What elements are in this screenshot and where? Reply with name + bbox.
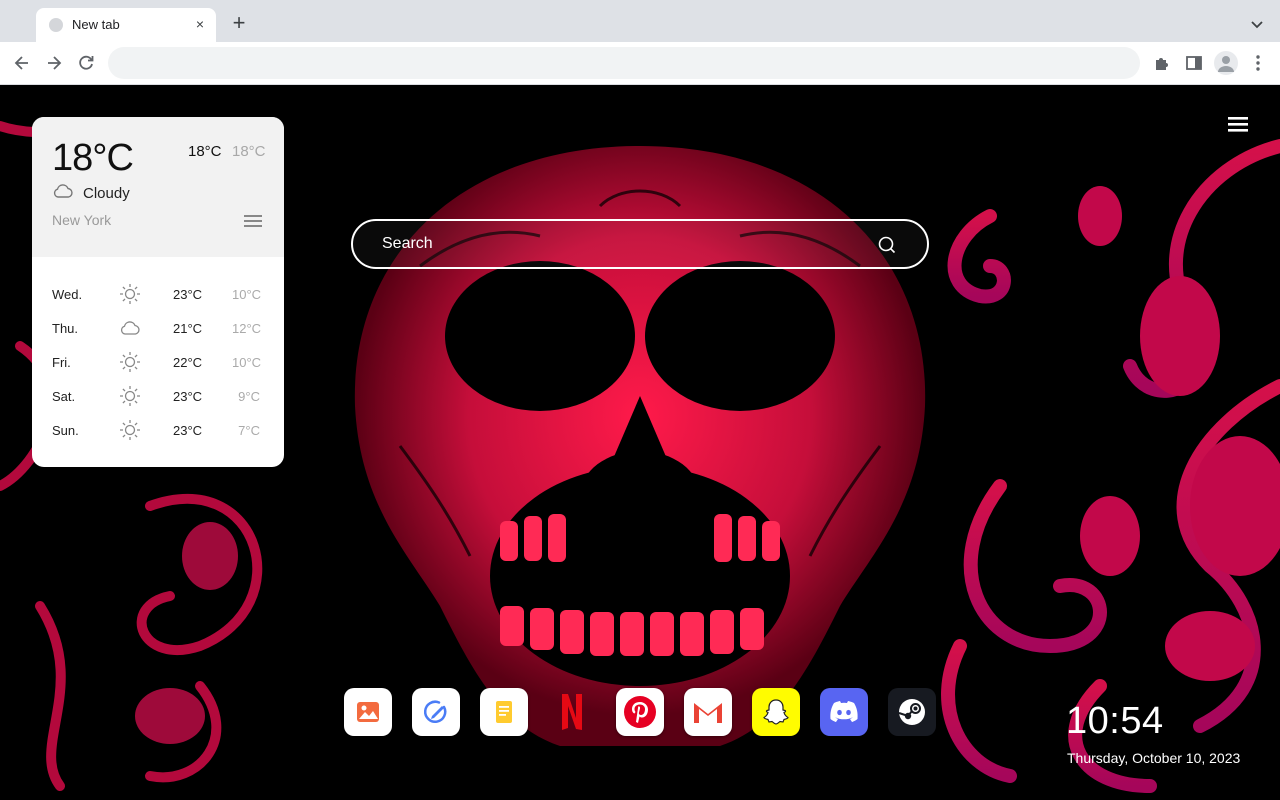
close-icon[interactable]: × [192, 16, 208, 32]
cloud-icon [120, 321, 140, 335]
forecast-high: 23°C [173, 287, 203, 302]
tab-favicon-icon [49, 18, 63, 32]
person-icon [1218, 56, 1234, 72]
forecast-high: 23°C [173, 389, 203, 404]
forecast-day: Sat. [52, 389, 76, 404]
today-low: 18°C [232, 143, 266, 160]
chevron-down-icon[interactable] [1248, 15, 1266, 33]
notes-app-shortcut[interactable] [480, 688, 528, 736]
note-icon [496, 701, 512, 723]
forecast-row: Sat. 23°C 9°C [32, 379, 284, 413]
netflix-app-shortcut[interactable] [548, 688, 596, 736]
address-bar[interactable] [108, 47, 1140, 79]
discord-icon [830, 701, 858, 722]
new-tab-button[interactable]: + [228, 12, 250, 35]
weather-current: 18°C 18°C 18°C Cloudy New York [32, 117, 284, 257]
forecast-day: Thu. [52, 321, 79, 336]
forecast-low: 10°C [232, 287, 262, 302]
forecast-row: Fri. 22°C 10°C [32, 345, 284, 379]
forecast-day: Fri. [52, 355, 71, 370]
photos-app-shortcut[interactable] [344, 688, 392, 736]
snapchat-icon [763, 699, 789, 725]
forecast-high: 21°C [173, 321, 203, 336]
editor-app-shortcut[interactable] [412, 688, 460, 736]
search-icon[interactable] [877, 235, 897, 255]
sun-icon [120, 284, 140, 304]
reload-icon[interactable] [75, 52, 97, 74]
clock-time: 10:54 [1066, 700, 1164, 742]
gmail-app-shortcut[interactable] [684, 688, 732, 736]
tab-strip: New tab × + [0, 0, 1280, 42]
tab-new-tab[interactable]: New tab × [36, 8, 216, 42]
weather-widget: 18°C 18°C 18°C Cloudy New York Wed. 23°C… [32, 117, 284, 467]
sun-icon [120, 420, 140, 440]
gmail-icon [694, 703, 722, 723]
weather-condition: Cloudy [83, 185, 130, 202]
steam-app-shortcut[interactable] [888, 688, 936, 736]
search-box [351, 219, 929, 269]
profile-avatar[interactable] [1214, 51, 1238, 75]
browser-toolbar [0, 42, 1280, 85]
pinterest-app-shortcut[interactable] [616, 688, 664, 736]
forecast-high: 22°C [173, 355, 203, 370]
forward-icon[interactable] [43, 52, 65, 74]
weather-city[interactable]: New York [52, 212, 111, 228]
new-tab-page: 18°C 18°C 18°C Cloudy New York Wed. 23°C… [0, 86, 1280, 800]
forecast-low: 7°C [238, 423, 260, 438]
clock-date: Thursday, October 10, 2023 [1067, 750, 1241, 766]
back-icon[interactable] [11, 52, 33, 74]
tab-title: New tab [72, 17, 120, 32]
steam-icon [898, 699, 925, 725]
forecast-low: 12°C [232, 321, 262, 336]
current-temperature: 18°C [52, 137, 134, 179]
forecast-row: Wed. 23°C 10°C [32, 277, 284, 311]
cloud-icon [53, 184, 73, 198]
forecast-low: 10°C [232, 355, 262, 370]
weather-menu-icon[interactable] [244, 213, 262, 229]
menu-icon[interactable] [1228, 116, 1250, 134]
pen-circle-icon [423, 700, 447, 723]
today-high: 18°C [188, 143, 222, 160]
search-input[interactable] [382, 233, 862, 255]
sun-icon [120, 386, 140, 406]
forecast-low: 9°C [238, 389, 260, 404]
forecast-day: Wed. [52, 287, 83, 302]
sun-icon [120, 352, 140, 372]
forecast-row: Sun. 23°C 7°C [32, 413, 284, 447]
forecast-high: 23°C [173, 423, 203, 438]
image-icon [357, 702, 379, 722]
forecast-day: Sun. [52, 423, 79, 438]
pinterest-icon [624, 696, 656, 728]
forecast-row: Thu. 21°C 12°C [32, 311, 284, 345]
extensions-icon[interactable] [1151, 52, 1173, 74]
side-panel-icon[interactable] [1183, 52, 1205, 74]
snapchat-app-shortcut[interactable] [752, 688, 800, 736]
more-menu-icon[interactable] [1247, 52, 1269, 74]
discord-app-shortcut[interactable] [820, 688, 868, 736]
netflix-icon [562, 694, 582, 730]
